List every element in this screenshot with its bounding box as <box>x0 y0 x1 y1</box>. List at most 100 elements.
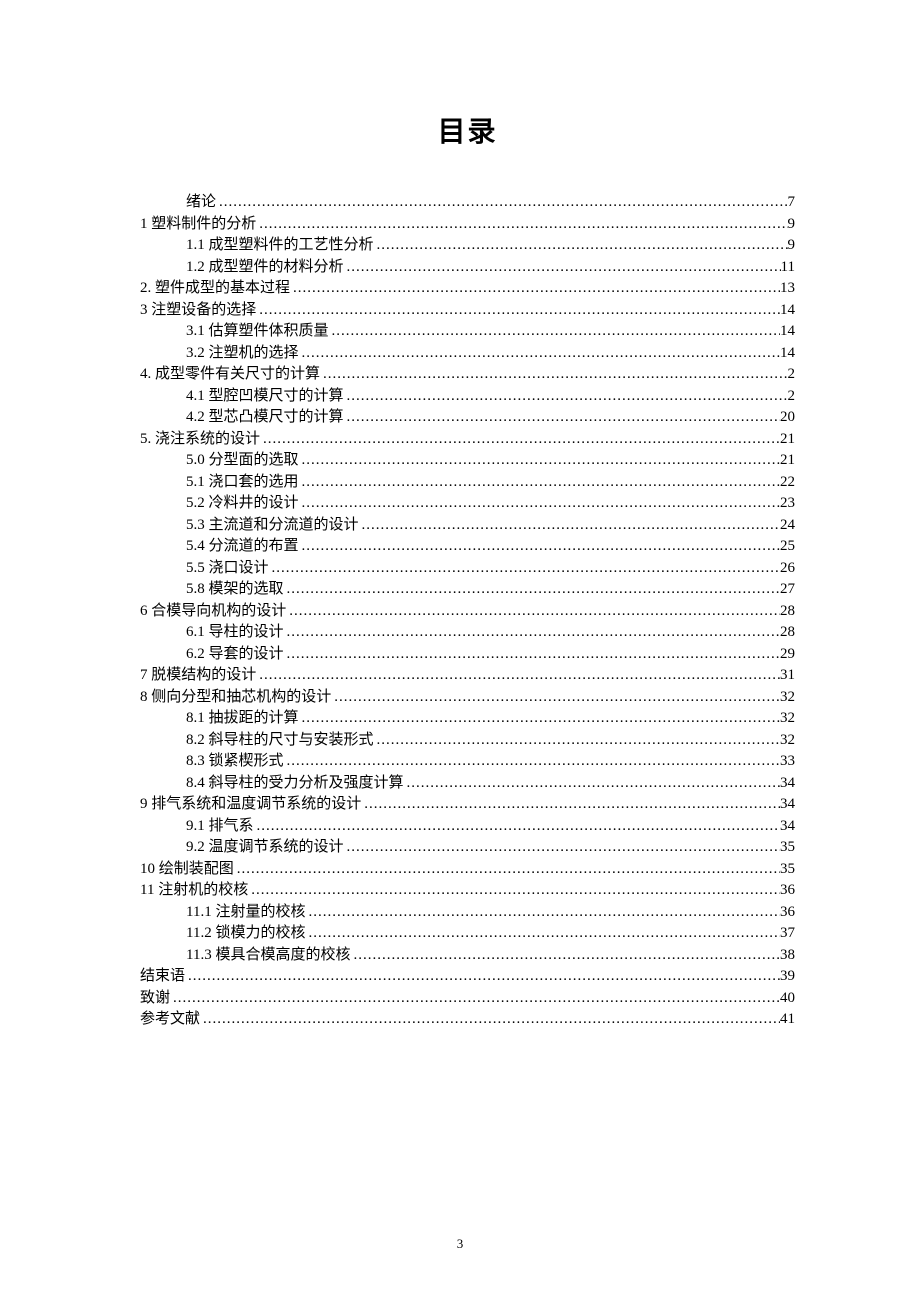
table-of-contents: 绪论7 1 塑料制件的分析9 1.1 成型塑料件的工艺性分析 9 1.2 成型塑件的材料… <box>140 195 795 1027</box>
toc-entry-label: 8.3 锁紧楔形式 <box>186 754 284 769</box>
document-page: 目录 绪论71 塑料制件的分析91.1 成型塑料件的工艺性分析91.2 成型塑件… <box>0 0 920 1027</box>
toc-leader-dots <box>284 625 780 640</box>
toc-entry-label: 9 排气系统和温度调节系统的设计 <box>140 797 361 812</box>
toc-entry-label: 10 绘制装配图 <box>140 862 234 877</box>
toc-entry-label: 1.1 成型塑料件的工艺性分析 <box>186 238 374 253</box>
toc-entry-page: 39 <box>780 969 795 984</box>
toc-entry-page: 28 <box>780 625 795 640</box>
toc-leader-dots <box>299 539 780 554</box>
toc-entry: 6 合模导向机构的设计28 <box>140 604 795 619</box>
toc-entry-page: 2 <box>788 389 796 404</box>
toc-entry: 2. 塑件成型的基本过程13 <box>140 281 795 296</box>
toc-entry: 5.1 浇口套的选用 22 <box>140 475 795 490</box>
toc-entry: 11 注射机的校核 36 <box>140 883 795 898</box>
toc-entry: 1.1 成型塑料件的工艺性分析 9 <box>140 238 795 253</box>
toc-entry: 1 塑料制件的分析9 <box>140 217 795 232</box>
toc-entry-label: 4.1 型腔凹模尺寸的计算 <box>186 389 344 404</box>
toc-leader-dots <box>299 711 780 726</box>
toc-leader-dots <box>185 969 780 984</box>
toc-entry: 5.0 分型面的选取21 <box>140 453 795 468</box>
toc-leader-dots <box>170 991 780 1006</box>
toc-entry-page: 32 <box>780 711 795 726</box>
toc-leader-dots <box>216 195 787 210</box>
toc-entry: 8.2 斜导柱的尺寸与安装形式32 <box>140 733 795 748</box>
toc-entry: 1.2 成型塑件的材料分析 11 <box>140 260 795 275</box>
toc-entry-page: 26 <box>780 561 795 576</box>
toc-entry-label: 11 注射机的校核 <box>140 883 248 898</box>
toc-entry: 8.4 斜导柱的受力分析及强度计算34 <box>140 776 795 791</box>
toc-entry-page: 23 <box>780 496 795 511</box>
toc-entry-label: 5. 浇注系统的设计 <box>140 432 260 447</box>
toc-entry-label: 1.2 成型塑件的材料分析 <box>186 260 344 275</box>
toc-entry-page: 33 <box>780 754 795 769</box>
toc-leader-dots <box>361 797 780 812</box>
toc-leader-dots <box>234 862 780 877</box>
toc-leader-dots <box>256 217 787 232</box>
toc-entry-page: 27 <box>780 582 795 597</box>
toc-leader-dots <box>284 754 780 769</box>
toc-leader-dots <box>374 238 788 253</box>
toc-entry-label: 4. 成型零件有关尺寸的计算 <box>140 367 320 382</box>
toc-entry-label: 8.2 斜导柱的尺寸与安装形式 <box>186 733 374 748</box>
toc-entry-label: 6.1 导柱的设计 <box>186 625 284 640</box>
toc-entry: 6.1 导柱的设计 28 <box>140 625 795 640</box>
toc-entry-page: 11 <box>781 260 795 275</box>
toc-entry-page: 34 <box>780 819 795 834</box>
toc-entry-page: 35 <box>780 862 795 877</box>
toc-entry-label: 致谢 <box>140 991 170 1006</box>
toc-leader-dots <box>254 819 780 834</box>
toc-entry-page: 24 <box>780 518 795 533</box>
toc-entry-page: 9 <box>788 217 796 232</box>
toc-leader-dots <box>290 281 780 296</box>
toc-leader-dots <box>404 776 780 791</box>
toc-entry-page: 2 <box>788 367 796 382</box>
toc-leader-dots <box>344 389 788 404</box>
toc-entry: 绪论7 <box>140 195 795 210</box>
toc-entry-label: 5.2 冷料井的设计 <box>186 496 299 511</box>
toc-entry-label: 9.2 温度调节系统的设计 <box>186 840 344 855</box>
toc-leader-dots <box>374 733 780 748</box>
toc-entry: 5.5 浇口设计26 <box>140 561 795 576</box>
toc-entry-page: 37 <box>780 926 795 941</box>
toc-entry: 5.2 冷料井的设计 23 <box>140 496 795 511</box>
toc-entry-label: 8.4 斜导柱的受力分析及强度计算 <box>186 776 404 791</box>
toc-leader-dots <box>344 840 780 855</box>
toc-entry: 3.2 注塑机的选择14 <box>140 346 795 361</box>
toc-entry-page: 36 <box>780 883 795 898</box>
toc-entry-page: 22 <box>780 475 795 490</box>
toc-entry: 结束语 39 <box>140 969 795 984</box>
toc-entry-label: 3.2 注塑机的选择 <box>186 346 299 361</box>
toc-entry-label: 结束语 <box>140 969 185 984</box>
toc-entry-page: 36 <box>780 905 795 920</box>
toc-leader-dots <box>344 410 780 425</box>
toc-entry-page: 41 <box>780 1012 795 1027</box>
toc-entry-page: 9 <box>788 238 796 253</box>
toc-entry-page: 14 <box>780 324 795 339</box>
toc-entry: 5.4 分流道的布置25 <box>140 539 795 554</box>
toc-leader-dots <box>286 604 780 619</box>
toc-entry: 4. 成型零件有关尺寸的计算 2 <box>140 367 795 382</box>
toc-entry-label: 5.4 分流道的布置 <box>186 539 299 554</box>
toc-leader-dots <box>329 324 780 339</box>
toc-entry: 11.2 锁模力的校核37 <box>140 926 795 941</box>
toc-entry: 致谢 40 <box>140 991 795 1006</box>
toc-entry-page: 21 <box>780 453 795 468</box>
toc-entry-label: 4.2 型芯凸模尺寸的计算 <box>186 410 344 425</box>
toc-entry-label: 11.3 模具合模高度的校核 <box>186 948 350 963</box>
toc-entry-page: 13 <box>780 281 795 296</box>
toc-entry-page: 20 <box>780 410 795 425</box>
toc-entry-page: 21 <box>780 432 795 447</box>
toc-entry: 5.3 主流道和分流道的设计24 <box>140 518 795 533</box>
toc-entry-page: 29 <box>780 647 795 662</box>
toc-entry-page: 40 <box>780 991 795 1006</box>
toc-entry-label: 5.1 浇口套的选用 <box>186 475 299 490</box>
toc-entry-label: 7 脱模结构的设计 <box>140 668 256 683</box>
toc-entry-label: 绪论 <box>186 195 216 210</box>
toc-leader-dots <box>248 883 780 898</box>
toc-entry: 4.2 型芯凸模尺寸的计算 20 <box>140 410 795 425</box>
toc-leader-dots <box>284 647 780 662</box>
toc-entry-page: 35 <box>780 840 795 855</box>
toc-leader-dots <box>284 582 780 597</box>
toc-entry-label: 6.2 导套的设计 <box>186 647 284 662</box>
toc-entry: 8.3 锁紧楔形式 33 <box>140 754 795 769</box>
